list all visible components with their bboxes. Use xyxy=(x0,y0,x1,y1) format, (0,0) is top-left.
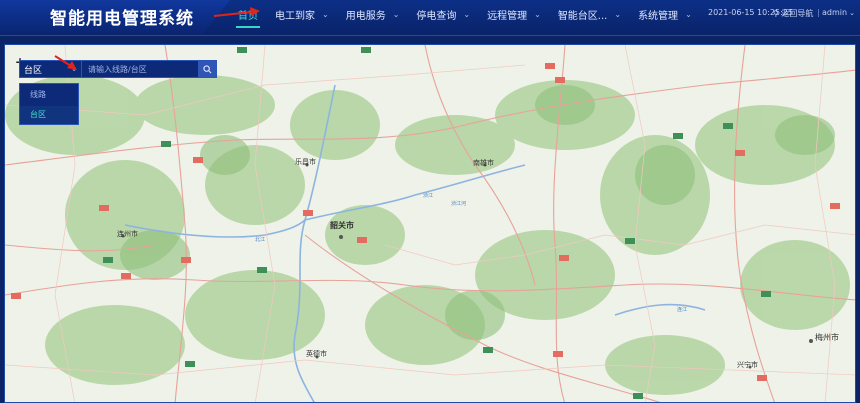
app-window: 智能用电管理系统 首页 电工到家 ⌄ 用电服务 ⌄ 停电查询 ⌄ 远程管理 ⌄ 智能台区… xyxy=(0,0,860,403)
user-menu[interactable]: admin ⌄ xyxy=(822,8,855,17)
chevron-down-icon: ⌄ xyxy=(463,9,471,19)
chevron-down-icon: ⌄ xyxy=(685,9,692,19)
nav-item-label: 电工到家 xyxy=(275,10,315,22)
chevron-down-icon: ⌄ xyxy=(614,9,622,19)
search-bar: 台区 ⌄ xyxy=(19,60,217,78)
search-input[interactable] xyxy=(82,61,198,77)
city-marker xyxy=(339,235,343,239)
city-marker xyxy=(809,339,813,343)
nav-item-power-service[interactable]: 用电服务 ⌄ xyxy=(346,1,400,27)
nav-item-label: 智能台区... xyxy=(557,10,608,22)
chevron-down-icon: ⌄ xyxy=(534,9,541,19)
city-label: 乐昌市 xyxy=(295,157,316,166)
nav-item-label: 停电查询 xyxy=(416,10,457,22)
city-label: 南雄市 xyxy=(473,158,494,167)
nav-item-label: 远程管理 xyxy=(487,10,528,22)
nav-item-system-management[interactable]: 系统管理 ⌄ xyxy=(638,1,692,27)
search-icon xyxy=(202,64,211,73)
river-label: 浈江河 xyxy=(451,200,466,207)
search-button[interactable] xyxy=(198,61,216,77)
annotation-arrow-icon xyxy=(213,7,260,17)
river-label: 北江 xyxy=(255,236,265,243)
top-bar: 智能用电管理系统 首页 电工到家 ⌄ 用电服务 ⌄ 停电查询 ⌄ 远程管理 ⌄ 智能台区… xyxy=(0,0,860,36)
nav-item-label: 用电服务 xyxy=(345,10,386,22)
city-label: 连州市 xyxy=(117,229,138,238)
nav-item-electrician[interactable]: 电工到家 ⌄ xyxy=(275,1,329,27)
nav-item-label: 系统管理 xyxy=(638,10,679,22)
nav-item-outage-query[interactable]: 停电查询 ⌄ xyxy=(416,1,470,27)
chevron-down-icon: ⌄ xyxy=(322,9,329,19)
search-type-value: 台区 xyxy=(24,65,43,76)
nav-item-smart-district[interactable]: 智能台区... ⌄ xyxy=(558,1,621,27)
river-label: 浈江 xyxy=(423,192,433,199)
nav-item-remote-management[interactable]: 远程管理 ⌄ xyxy=(487,1,541,27)
map-canvas[interactable]: 乐昌市 南雄市 连州市 韶关市 英德市 兴宁市 梅州市 北江 浈江 浈江河 连江 xyxy=(5,45,856,403)
annotation-arrow-icon xyxy=(54,55,77,70)
dropdown-option-line[interactable]: 线路 xyxy=(20,86,78,104)
chevron-down-icon: ⌄ xyxy=(849,9,855,17)
city-label: 梅州市 xyxy=(815,332,839,342)
back-to-navigation-link[interactable]: ⚲ 返回导航 xyxy=(773,8,813,19)
app-title: 智能用电管理系统 xyxy=(50,9,194,29)
city-label: 英德市 xyxy=(306,349,327,358)
search-type-dropdown: 线路 台区 xyxy=(19,83,79,125)
user-name: admin xyxy=(822,8,848,17)
map-view[interactable]: 乐昌市 南雄市 连州市 韶关市 英德市 兴宁市 梅州市 北江 浈江 浈江河 连江 xyxy=(4,44,856,403)
city-label: 韶关市 xyxy=(330,220,354,230)
chevron-down-icon: ⌄ xyxy=(392,9,400,19)
river-label: 连江 xyxy=(677,306,687,313)
header-separator: | xyxy=(817,8,820,17)
search-icon: ⚲ xyxy=(773,9,779,18)
city-label: 兴宁市 xyxy=(737,360,758,369)
dropdown-option-district[interactable]: 台区 xyxy=(20,106,78,124)
back-label: 返回导航 xyxy=(781,9,814,18)
main-nav: 首页 电工到家 ⌄ 用电服务 ⌄ 停电查询 ⌄ 远程管理 ⌄ 智能台区... ⌄ 系统管理… xyxy=(236,0,709,28)
